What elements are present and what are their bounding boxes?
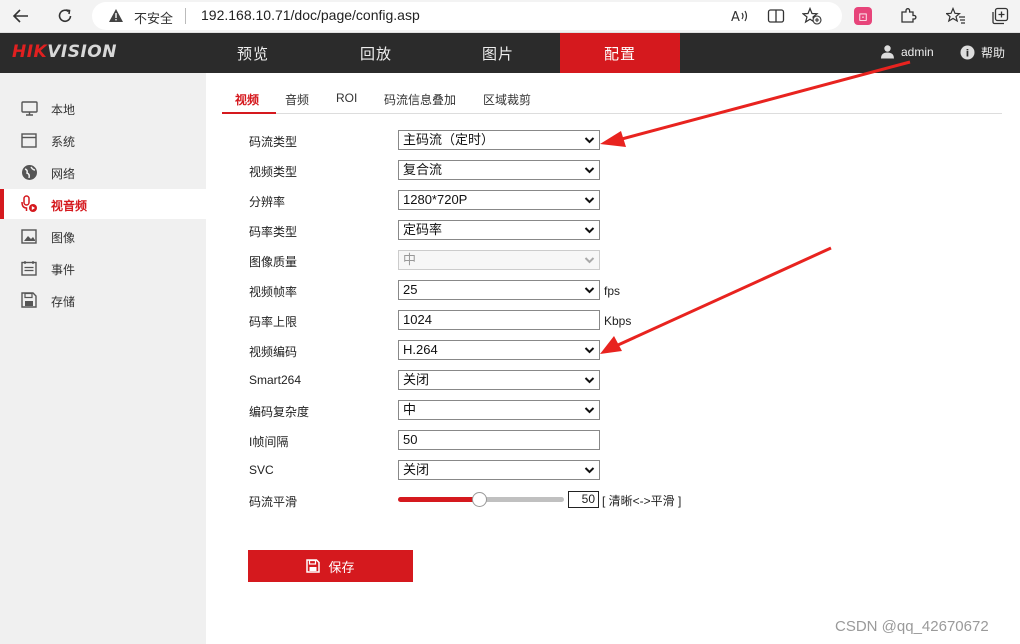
chevron-down-icon bbox=[584, 287, 595, 294]
bitrate-type-select[interactable]: 定码率 bbox=[398, 220, 600, 240]
tab-region-crop[interactable]: 区域裁剪 bbox=[483, 91, 531, 108]
svg-text:A: A bbox=[731, 10, 740, 24]
image-icon bbox=[20, 228, 38, 244]
tab-video[interactable]: 视频 bbox=[235, 91, 259, 108]
annotation-arrow bbox=[600, 246, 832, 354]
tab-audio[interactable]: 音频 bbox=[285, 91, 309, 108]
save-disk-icon bbox=[306, 559, 321, 573]
resolution-select[interactable]: 1280*720P bbox=[398, 190, 600, 210]
extensions-puzzle-icon[interactable] bbox=[896, 4, 920, 28]
calendar-icon bbox=[20, 260, 38, 276]
svc-select[interactable]: 关闭 bbox=[398, 460, 600, 480]
smoothing-slider-handle[interactable] bbox=[472, 492, 487, 507]
user-menu[interactable]: admin bbox=[880, 44, 934, 59]
frame-rate-unit: fps bbox=[604, 284, 621, 298]
image-quality-select: 中 bbox=[398, 250, 600, 270]
label-resolution: 分辨率 bbox=[249, 195, 286, 209]
browser-toolbar: 不安全 192.168.10.71/doc/page/config.asp A … bbox=[0, 0, 1020, 33]
sidebar-item-storage[interactable]: 存储 bbox=[0, 285, 206, 315]
address-bar[interactable]: 不安全 192.168.10.71/doc/page/config.asp A bbox=[92, 2, 842, 30]
favorite-add-icon[interactable] bbox=[800, 4, 824, 28]
nav-configuration[interactable]: 配置 bbox=[560, 33, 680, 73]
top-navigation: HIKVISION 预览 回放 图片 配置 admin i 帮助 bbox=[0, 33, 1020, 73]
max-bitrate-unit: Kbps bbox=[604, 314, 632, 328]
save-disk-icon bbox=[20, 292, 38, 308]
microphone-camera-icon bbox=[20, 195, 38, 212]
label-encoding-complexity: 编码复杂度 bbox=[249, 405, 310, 419]
split-view-icon[interactable] bbox=[764, 4, 788, 28]
save-label: 保存 bbox=[328, 559, 355, 575]
nav-picture[interactable]: 图片 bbox=[438, 33, 558, 73]
user-icon bbox=[881, 45, 894, 59]
label-i-frame-interval: I帧间隔 bbox=[249, 435, 289, 449]
tab-stream-overlay[interactable]: 码流信息叠加 bbox=[384, 91, 456, 108]
monitor-icon bbox=[20, 100, 38, 116]
config-tabs: 视频 音频 ROI 码流信息叠加 区域裁剪 bbox=[222, 86, 1002, 114]
label-frame-rate: 视频帧率 bbox=[249, 285, 298, 299]
username: admin bbox=[901, 44, 934, 59]
globe-icon bbox=[20, 164, 38, 180]
save-button[interactable]: 保存 bbox=[248, 550, 413, 582]
help-icon: i bbox=[960, 45, 975, 60]
sidebar-item-network[interactable]: 网络 bbox=[0, 157, 206, 187]
frame-rate-select[interactable]: 25 bbox=[398, 280, 600, 300]
chevron-down-icon bbox=[584, 377, 595, 384]
label-bitrate-type: 码率类型 bbox=[249, 225, 298, 239]
sidebar-item-local[interactable]: 本地 bbox=[0, 93, 206, 123]
smoothing-value-input[interactable]: 50 bbox=[568, 491, 599, 508]
hikvision-logo: HIKVISION bbox=[12, 42, 117, 62]
sidebar-item-event[interactable]: 事件 bbox=[0, 253, 206, 283]
label-video-encoding: 视频编码 bbox=[249, 345, 298, 359]
chevron-down-icon bbox=[584, 227, 595, 234]
video-type-select[interactable]: 复合流 bbox=[398, 160, 600, 180]
smoothing-slider-track[interactable] bbox=[478, 497, 564, 502]
read-aloud-icon[interactable]: A bbox=[728, 4, 752, 28]
sidebar-item-system[interactable]: 系统 bbox=[0, 125, 206, 155]
watermark: CSDN @qq_42670672 bbox=[835, 618, 989, 635]
system-window-icon bbox=[20, 132, 38, 148]
chevron-down-icon bbox=[584, 257, 595, 264]
sidebar-item-video-audio[interactable]: 视音频 bbox=[0, 189, 206, 219]
insecure-label: 不安全 bbox=[134, 11, 174, 26]
chevron-down-icon bbox=[584, 467, 595, 474]
address-divider bbox=[185, 8, 186, 24]
stream-type-select[interactable]: 主码流（定时） bbox=[398, 130, 600, 150]
svg-text:i: i bbox=[966, 49, 969, 60]
smoothing-slider-fill[interactable] bbox=[398, 497, 478, 502]
chevron-down-icon bbox=[584, 407, 595, 414]
back-icon[interactable] bbox=[8, 4, 34, 28]
smart264-select[interactable]: 关闭 bbox=[398, 370, 600, 390]
label-video-type: 视频类型 bbox=[249, 165, 298, 179]
warning-icon bbox=[108, 8, 124, 26]
label-stream-type: 码流类型 bbox=[249, 135, 298, 149]
active-tab-indicator bbox=[222, 112, 276, 114]
video-encoding-select[interactable]: H.264 bbox=[398, 340, 600, 360]
label-svc: SVC bbox=[249, 463, 274, 477]
label-image-quality: 图像质量 bbox=[249, 255, 298, 269]
i-frame-interval-input[interactable]: 50 bbox=[398, 430, 600, 450]
collections-icon[interactable] bbox=[988, 4, 1012, 28]
chevron-down-icon bbox=[584, 347, 595, 354]
extension-badge-icon[interactable]: ⊡ bbox=[851, 4, 875, 28]
chevron-down-icon bbox=[584, 197, 595, 204]
sidebar: 本地 系统 网络 视音频 图像 事件 存储 bbox=[0, 73, 206, 644]
url-text[interactable]: 192.168.10.71/doc/page/config.asp bbox=[201, 7, 420, 23]
reload-icon[interactable] bbox=[52, 4, 78, 28]
max-bitrate-input[interactable]: 1024 bbox=[398, 310, 600, 330]
chevron-down-icon bbox=[584, 167, 595, 174]
nav-preview[interactable]: 预览 bbox=[193, 33, 313, 73]
label-max-bitrate: 码率上限 bbox=[249, 315, 298, 329]
help-link[interactable]: i 帮助 bbox=[960, 44, 1005, 61]
label-smart264: Smart264 bbox=[249, 373, 302, 387]
nav-playback[interactable]: 回放 bbox=[316, 33, 436, 73]
smoothing-hint: [ 清晰<->平滑 ] bbox=[602, 494, 682, 508]
label-stream-smoothing: 码流平滑 bbox=[249, 495, 298, 509]
chevron-down-icon bbox=[584, 137, 595, 144]
tab-roi[interactable]: ROI bbox=[336, 91, 357, 105]
sidebar-item-image[interactable]: 图像 bbox=[0, 221, 206, 251]
svg-text:⊡: ⊡ bbox=[858, 11, 867, 24]
encoding-complexity-select[interactable]: 中 bbox=[398, 400, 600, 420]
help-label: 帮助 bbox=[981, 46, 1006, 60]
favorites-list-icon[interactable] bbox=[944, 4, 968, 28]
